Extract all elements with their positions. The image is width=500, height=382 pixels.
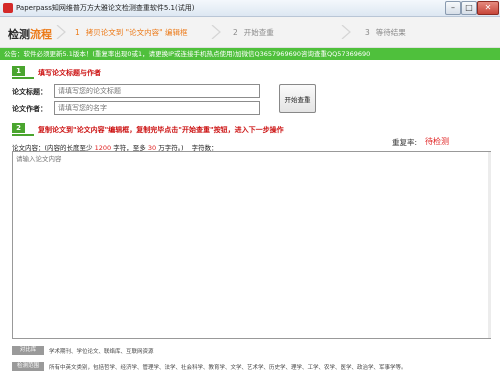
step-1-label: 拷贝论文到 "论文内容" 编辑框 <box>85 28 188 37</box>
detect-scope-tag: 检测范围 <box>12 362 44 371</box>
step-1-instruction: 填写论文标题与作者 <box>38 69 101 77</box>
compare-library-tag: 对比库 <box>12 346 44 355</box>
paper-title-input[interactable] <box>54 84 260 98</box>
paper-title-label: 论文标题： <box>12 88 47 96</box>
step-separator-icon <box>56 25 66 39</box>
step-2-instruction: 复制论文到"论文内容"编辑框，复制完毕点击"开始查重"按钮，进入下一步操作 <box>38 126 284 134</box>
step-2-label: 开始查重 <box>243 28 274 37</box>
step-1-number: 1 <box>75 28 80 37</box>
step-separator-icon <box>341 25 351 39</box>
step-3-number: 3 <box>365 28 370 37</box>
window-title: Paperpass知网维普万方大雅论文检测查重软件5.1(试用) <box>16 4 195 12</box>
paper-content-textarea[interactable] <box>12 151 491 339</box>
paper-author-input[interactable] <box>54 101 260 115</box>
compare-library-text: 学术期刊、学位论文、联络库、互联网资源 <box>49 349 154 355</box>
step-1: 1 拷贝论文到 "论文内容" 编辑框 <box>75 27 187 38</box>
step-1-badge: 1 <box>12 66 25 76</box>
announcement-bar: 公告：软件必须更新5.1版本！(重复率出现0或1，请更换IP或连接手机热点使用)… <box>0 48 500 60</box>
app-logo-icon <box>3 3 13 13</box>
flow-title-part2: 流程 <box>30 28 52 41</box>
step-separator-icon <box>211 25 221 39</box>
flow-title: 检测流程 <box>8 26 52 42</box>
announcement-text: 公告：软件必须更新5.1版本！(重复率出现0或1，请更换IP或连接手机热点使用)… <box>4 50 371 58</box>
minimize-button[interactable]: – <box>445 1 461 15</box>
duplicate-rate-label: 重复率: <box>392 138 418 147</box>
step-2-underline <box>12 134 34 136</box>
duplicate-rate-value: 待检测 <box>425 137 449 146</box>
close-button[interactable]: ✕ <box>477 1 499 15</box>
step-2-badge: 2 <box>12 123 25 133</box>
maximize-button[interactable]: □ <box>461 1 477 15</box>
step-3: 3 等待结果 <box>365 27 406 38</box>
step-2: 2 开始查重 <box>233 27 274 38</box>
paper-author-label: 论文作者： <box>12 105 47 113</box>
step-2-number: 2 <box>233 28 238 37</box>
step-1-underline <box>12 77 34 79</box>
content-scrollbar[interactable] <box>488 152 491 338</box>
flow-title-part1: 检测 <box>8 28 30 41</box>
detect-scope-text: 所有中英文类别，包括哲学、经济学、管理学、法学、社会科学、教育学、文学、艺术学、… <box>49 365 407 371</box>
start-check-button[interactable]: 开始查重 <box>279 84 316 113</box>
step-3-label: 等待结果 <box>375 28 406 37</box>
